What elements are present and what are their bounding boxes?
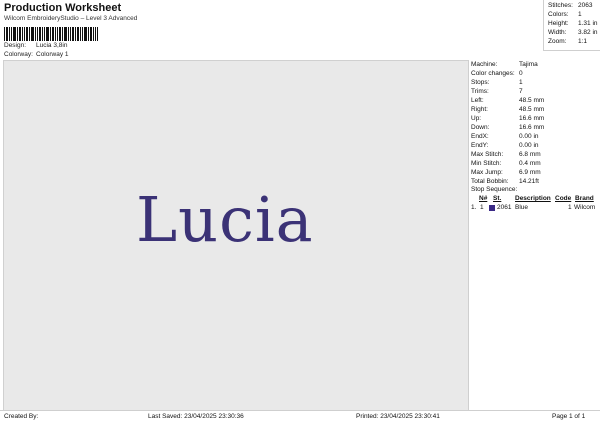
footer: Created By: Last Saved: 23/04/2025 23:30… xyxy=(0,410,600,425)
colorway-name: Colorway 1 xyxy=(36,51,69,58)
col-brand-header: Brand xyxy=(575,195,594,202)
info-total-bobbin: Total Bobbin: 14.21ft xyxy=(471,178,539,185)
design-name: Lucia 3,8in xyxy=(36,42,68,49)
stat-zoom: Zoom: 1:1 xyxy=(548,38,588,45)
info-down: Down: 16.6 mm xyxy=(471,124,545,131)
info-trims: Trims: 7 xyxy=(471,88,523,95)
machine-info-panel: Machine: Tajima Color changes: 0 Stops: 1 T… xyxy=(468,60,600,409)
info-max-stitch: Max Stitch: 6.8 mm xyxy=(471,151,541,158)
info-stops: Stops: 1 xyxy=(471,79,523,86)
stat-width: Width: 3.82 in xyxy=(548,29,598,36)
page-number: Page 1 of 1 xyxy=(552,413,586,420)
stats-box: Stitches: 2063 Colors: 1 Height: 1.31 in Wi… xyxy=(543,0,600,51)
software-subtitle: Wilcom EmbroideryStudio – Level 3 Advanc… xyxy=(4,15,138,22)
stat-colors: Colors: 1 xyxy=(548,11,582,18)
info-right: Right: 48.5 mm xyxy=(471,106,545,113)
stat-height: Height: 1.31 in xyxy=(548,20,598,27)
col-n-header: N# xyxy=(479,195,488,202)
info-up: Up: 16.6 mm xyxy=(471,115,545,122)
info-min-stitch: Min Stitch: 0.4 mm xyxy=(471,160,541,167)
stop-sequence-title: Stop Sequence: xyxy=(471,186,518,193)
info-endy: EndY: 0.00 in xyxy=(471,142,539,149)
col-st-header: St. xyxy=(493,195,502,202)
created-by: Created By: xyxy=(4,413,39,420)
embroidery-design-text: Lucia xyxy=(136,183,314,256)
col-code-header: Code xyxy=(555,195,572,202)
design-label: Design: xyxy=(4,42,27,49)
last-saved: Last Saved: 23/04/2025 23:30:36 xyxy=(148,413,244,420)
info-left: Left: 48.5 mm xyxy=(471,97,545,104)
stat-stitches: Stitches: 2063 xyxy=(548,2,593,9)
thread-color-swatch xyxy=(489,205,495,212)
barcode-icon xyxy=(4,27,98,41)
info-machine: Machine: Tajima xyxy=(471,61,538,68)
colorway-label: Colorway: xyxy=(4,51,33,58)
info-max-jump: Max Jump: 6.9 mm xyxy=(471,169,541,176)
worksheet-title: Production Worksheet xyxy=(4,2,122,14)
info-endx: EndX: 0.00 in xyxy=(471,133,539,140)
printed-date: Printed: 23/04/2025 23:30:41 xyxy=(356,413,440,420)
design-canvas: Lucia xyxy=(3,60,469,411)
col-description-header: Description xyxy=(515,195,551,202)
info-color-changes: Color changes: 0 xyxy=(471,70,523,77)
